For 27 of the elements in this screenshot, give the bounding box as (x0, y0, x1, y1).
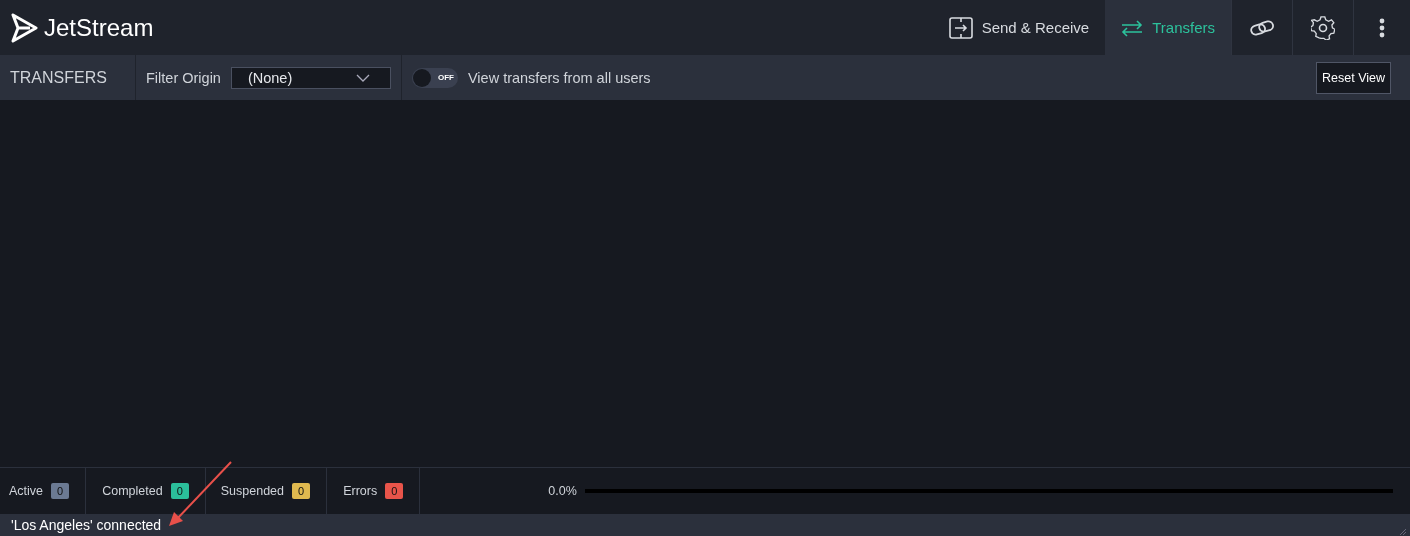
transfer-arrows-icon (1121, 18, 1144, 37)
nav-tab[interactable]: Transfers (1105, 0, 1231, 55)
status-text: 'Los Angeles' connected (11, 517, 162, 533)
progress-percent: 0.0% (548, 484, 577, 498)
reset-view-button[interactable]: Reset View (1316, 61, 1391, 94)
resize-grip-icon (1399, 528, 1407, 536)
filter-dropdown[interactable]: (None) (230, 66, 391, 89)
chevron-down-icon (355, 73, 370, 82)
counter-badge: 0 (51, 483, 70, 499)
counter-label: Errors (343, 484, 378, 498)
app-title: JetStream (44, 13, 154, 42)
nav-tab[interactable]: Send & Receive (932, 0, 1106, 55)
more-icon (1379, 17, 1385, 38)
settings-icon (1311, 15, 1335, 40)
link-icon (1250, 18, 1274, 37)
logo-icon (10, 12, 38, 43)
counter-label: Completed (102, 484, 163, 498)
counter-badge: 0 (385, 483, 404, 499)
counter-label: Active (9, 484, 44, 498)
filter-label: Filter Origin (146, 69, 221, 86)
counter-badge: 0 (292, 483, 311, 499)
toggle-switch[interactable]: OFF (411, 67, 458, 88)
send-receive-icon (948, 16, 973, 39)
counter-badge: 0 (170, 483, 189, 499)
counter-label: Suspended (220, 484, 284, 498)
section-title: TRANSFERS (10, 68, 108, 87)
toggle-label: View transfers from all users (467, 69, 651, 86)
